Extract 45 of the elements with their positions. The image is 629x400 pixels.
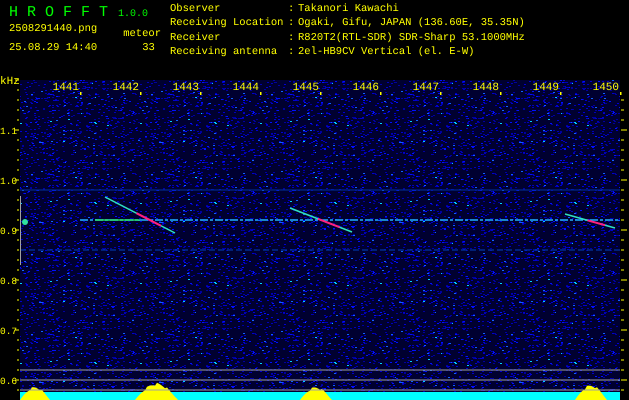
x-axis-label: 1442 [112, 82, 139, 94]
x-axis-label: 1448 [472, 82, 499, 94]
info-separator: : [288, 17, 296, 32]
x-axis-tick [80, 92, 82, 95]
y-axis-label: 0.9 [0, 226, 18, 237]
x-axis-label: 1447 [412, 82, 439, 94]
x-axis-tick [500, 92, 502, 95]
x-axis-tick [320, 92, 322, 95]
info-label: Receiving antenna [170, 46, 278, 60]
y-axis-label: 0.8 [0, 276, 18, 287]
info-separator: : [288, 3, 296, 17]
x-axis-label: 1445 [292, 82, 319, 94]
x-axis-tick [560, 92, 562, 95]
x-axis-label: 1449 [532, 82, 559, 94]
info-value: R820T2(RTL-SDR) SDR-Sharp 53.1000MHz [298, 32, 525, 46]
y-axis-label: 0.7 [0, 326, 18, 337]
info-value: Takanori Kawachi [298, 3, 400, 17]
info-separator: : [288, 32, 296, 46]
y-axis-label: 1.1 [0, 126, 18, 137]
x-axis-label: 1443 [172, 82, 199, 94]
axis-unit: kHz [0, 76, 20, 88]
x-axis-tick [260, 92, 262, 95]
info-label: Receiver [170, 32, 222, 46]
x-axis-tick [380, 92, 382, 95]
timestamp: 25.08.29 14:40 [9, 42, 98, 54]
x-axis-tick [140, 92, 142, 95]
info-value: 2el-HB9CV Vertical (el. E-W) [298, 46, 476, 60]
x-axis-label: 1441 [52, 82, 79, 94]
x-axis-tick [440, 92, 442, 95]
info-value: Ogaki, Gifu, JAPAN (136.60E, 35.35N) [298, 17, 525, 32]
app-title: H R O F F T [9, 4, 108, 22]
y-axis-label: 1.0 [0, 176, 18, 187]
x-axis-label: 1450 [592, 82, 619, 94]
file-name: 2508291440.png [9, 23, 98, 37]
x-axis-label: 1444 [232, 82, 259, 94]
count-label: meteor [123, 28, 161, 41]
meteor-count: 33 [142, 42, 155, 54]
info-label: Receiving Location [170, 17, 284, 32]
info-separator: : [288, 46, 296, 60]
info-label: Observer [170, 3, 222, 17]
version-label: 1.0.0 [118, 9, 148, 21]
x-axis-label: 1446 [352, 82, 379, 94]
x-axis-tick [200, 92, 202, 95]
y-axis-label: 0.6 [0, 376, 18, 387]
x-axis-tick [620, 92, 622, 95]
